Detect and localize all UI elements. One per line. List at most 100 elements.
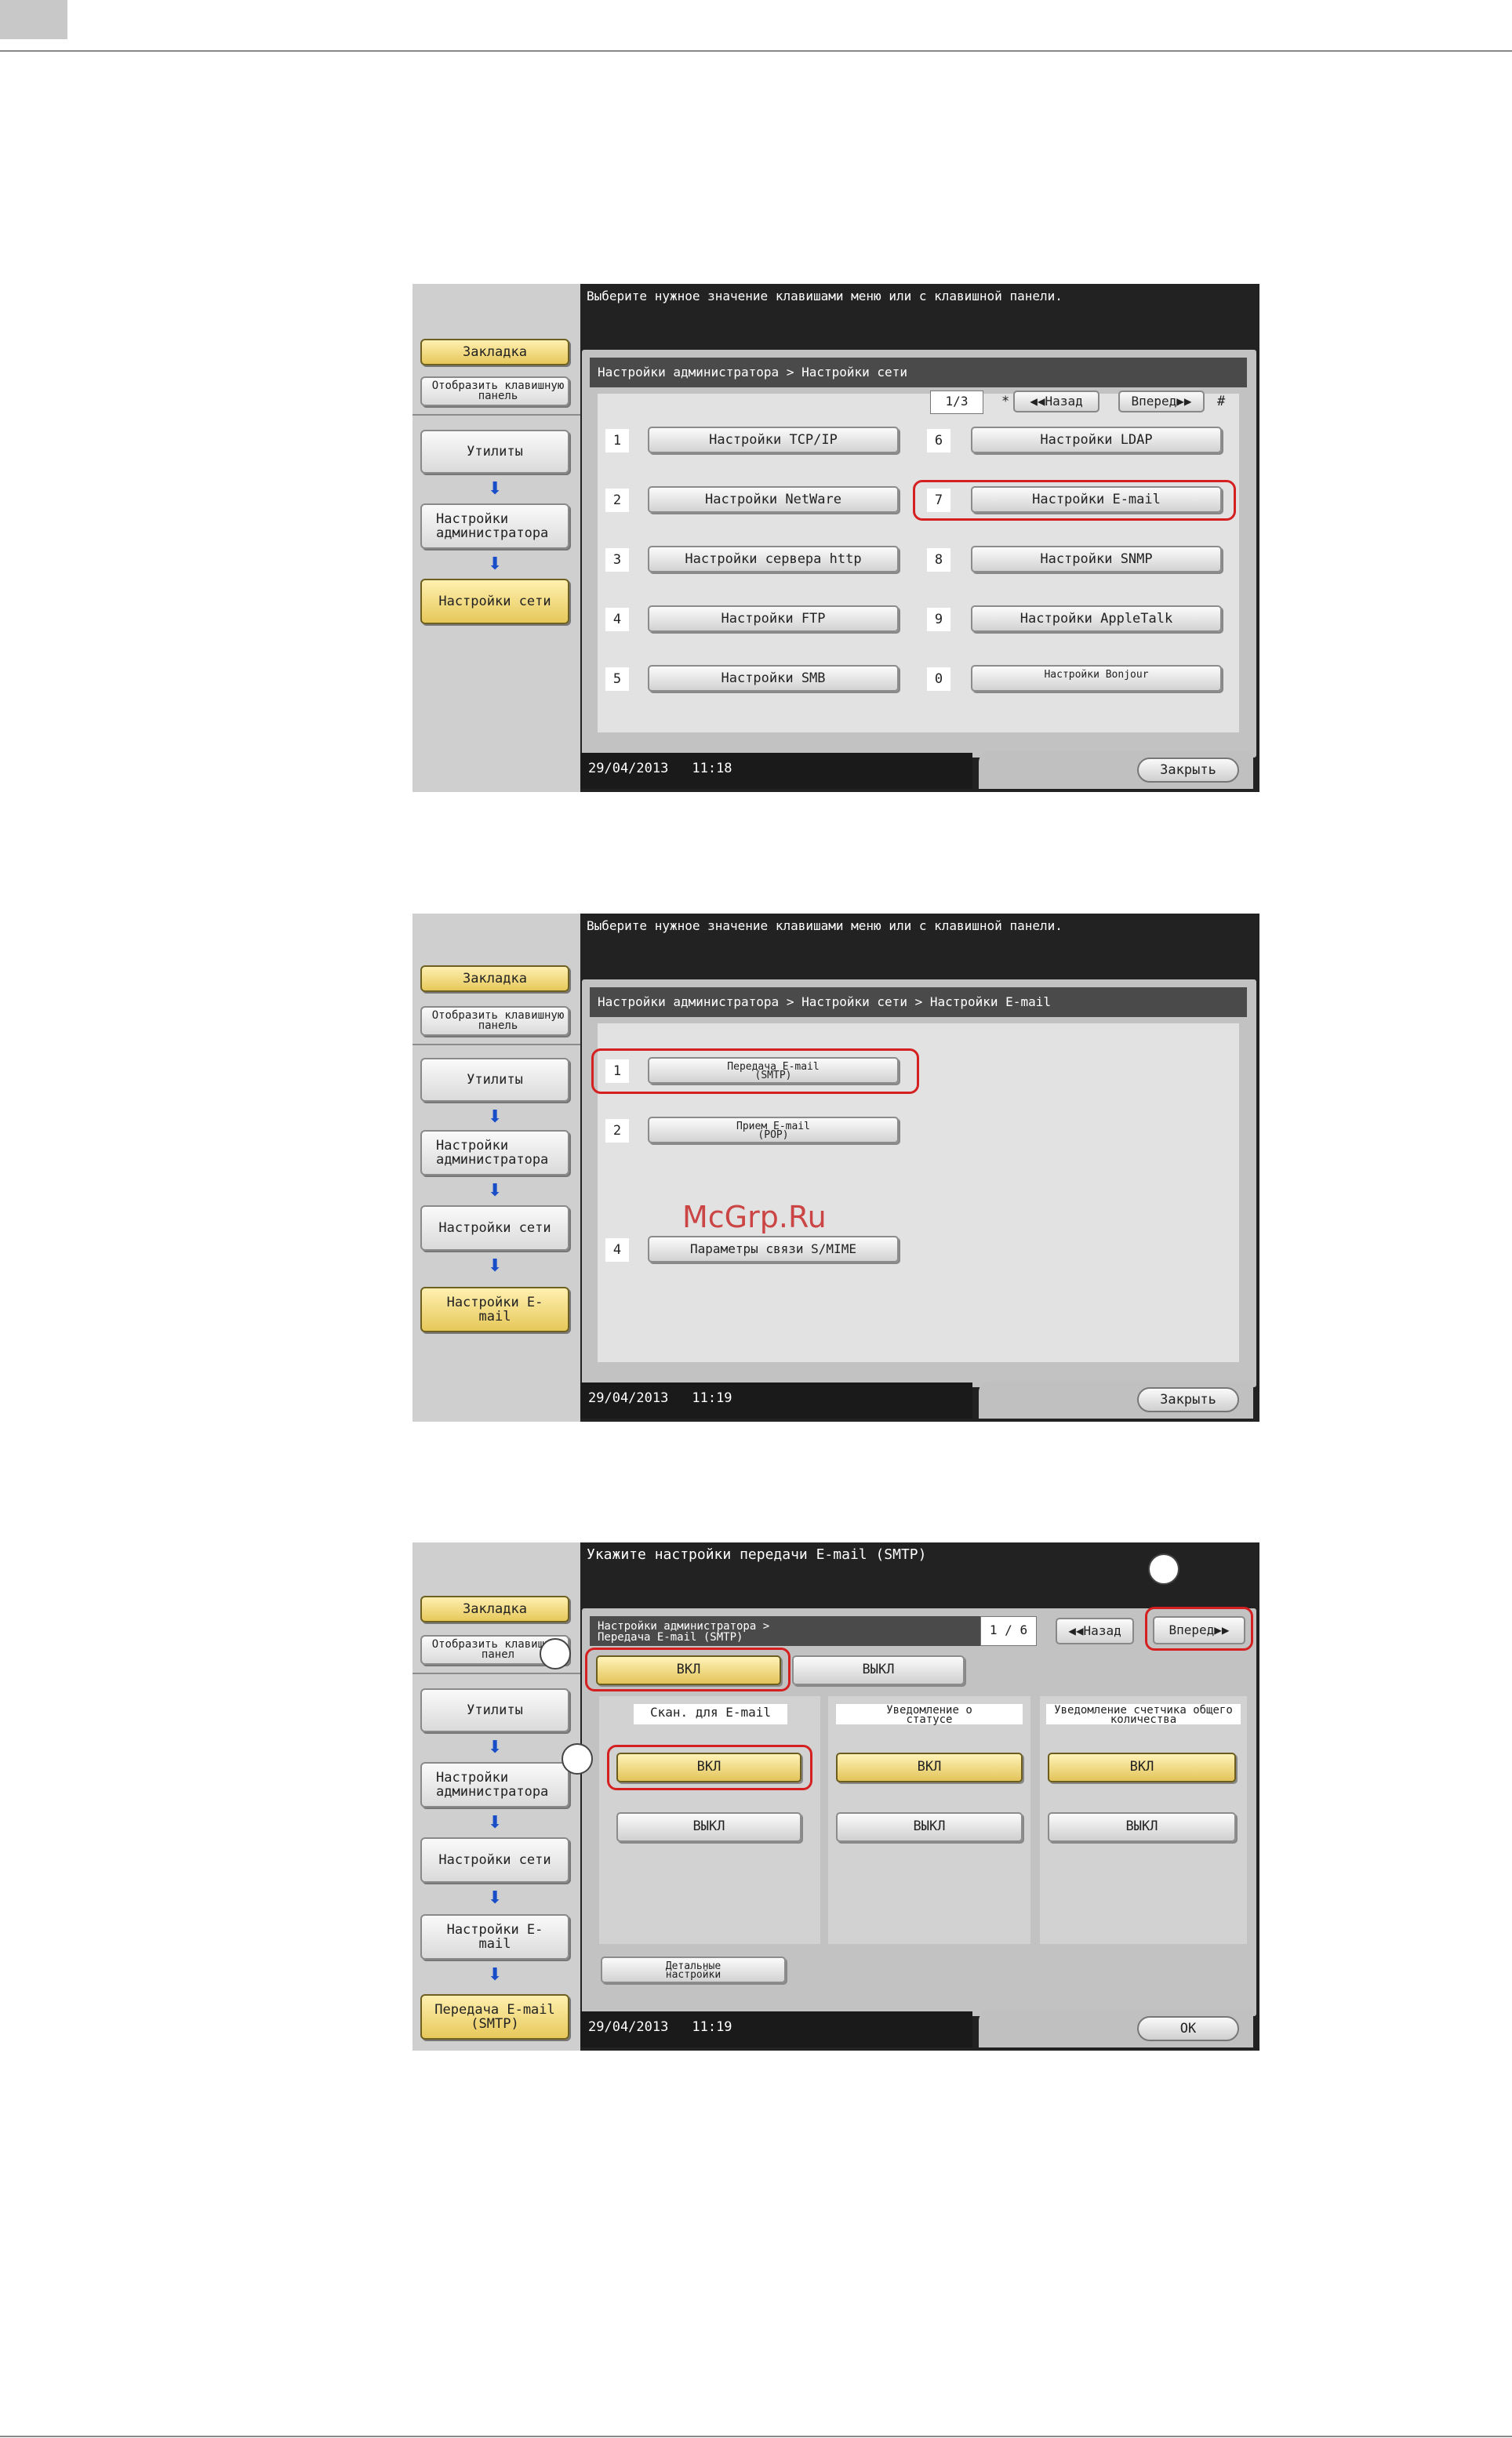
nav-email-settings-button[interactable]: Настройки E-mail (420, 1914, 569, 1960)
left-panel-divider (413, 1044, 580, 1045)
menu-item-tcpip[interactable]: Настройки TCP/IP (648, 427, 899, 453)
prev-page-label: Назад (1045, 394, 1083, 409)
left-panel-divider (413, 414, 580, 416)
left-panel: Закладка Отобразить клавишную панель Ути… (413, 914, 580, 1422)
prev-arrow-icon: ◀◀ (1068, 1623, 1084, 1638)
item-number: 3 (605, 548, 629, 572)
item-number: 8 (927, 548, 950, 572)
bookmark-button[interactable]: Закладка (420, 1596, 569, 1622)
breadcrumb-line-2: Передача E-mail (SMTP) (598, 1631, 743, 1644)
menu-item-appletalk[interactable]: Настройки AppleTalk (971, 605, 1222, 632)
status-time: 11:18 (692, 761, 732, 776)
nav-admin-settings-button[interactable]: Настройки администратора (420, 503, 569, 549)
instruction-message: Выберите нужное значение клавишами меню … (587, 289, 1063, 303)
page-indicator: 1/3 (930, 391, 983, 414)
breadcrumb: Настройки администратора > Настройки сет… (590, 358, 1247, 387)
close-area: Закрыть (979, 751, 1253, 789)
menu-item-email-tx-smtp[interactable]: Передача E-mail (SMTP) (648, 1057, 899, 1084)
menu-item-http-server[interactable]: Настройки сервера http (648, 546, 899, 572)
next-page-button[interactable]: Вперед▶▶ (1153, 1616, 1245, 1644)
scan-to-email-title: Скан. для E-mail (634, 1704, 787, 1724)
nav-utilities-button[interactable]: Утилиты (420, 1688, 569, 1732)
counter-notification-title: Уведомление счетчика общего количества (1046, 1704, 1241, 1725)
close-area: Закрыть (979, 1381, 1253, 1419)
main-on-button[interactable]: ВКЛ (596, 1655, 781, 1685)
breadcrumb: Настройки администратора > Передача E-ma… (590, 1616, 982, 1646)
prev-key-hint: * (1001, 394, 1010, 409)
scan-to-email-off-button[interactable]: ВЫКЛ (616, 1812, 801, 1842)
screen-email-settings: Закладка Отобразить клавишную панель Ути… (413, 914, 1259, 1422)
menu-item-email-rx-pop[interactable]: Прием E-mail (POP) (648, 1117, 899, 1143)
nav-email-settings-button[interactable]: Настройки E-mail (420, 1287, 569, 1332)
nav-email-tx-smtp-button[interactable]: Передача E-mail (SMTP) (420, 1994, 569, 2040)
next-arrow-icon: ▶▶ (1214, 1622, 1230, 1637)
counter-notification-off-button[interactable]: ВЫКЛ (1048, 1812, 1236, 1842)
next-page-label: Вперед (1131, 394, 1177, 409)
item-number: 6 (927, 429, 950, 452)
nav-network-settings-button[interactable]: Настройки сети (420, 579, 569, 624)
counter-notification-on-button[interactable]: ВКЛ (1048, 1753, 1236, 1782)
down-arrow-icon: ⬇ (488, 1813, 503, 1833)
status-date: 29/04/2013 (588, 2019, 669, 2035)
item-number: 4 (605, 608, 629, 631)
down-arrow-icon: ⬇ (488, 1888, 503, 1908)
left-panel-divider (413, 1673, 580, 1674)
prev-page-label: Назад (1083, 1623, 1121, 1638)
menu-item-email-settings[interactable]: Настройки E-mail (971, 486, 1222, 513)
nav-admin-settings-button[interactable]: Настройки администратора (420, 1130, 569, 1175)
left-panel: Закладка Отобразить клавишную панель Ути… (413, 284, 580, 792)
left-panel: Закладка Отобразить клавишную панел Утил… (413, 1542, 580, 2051)
item-number: 2 (605, 1119, 629, 1143)
status-bar: 29/04/2013 11:19 (580, 2011, 972, 2047)
status-notification-off-button[interactable]: ВЫКЛ (836, 1812, 1023, 1842)
scan-to-email-on-button[interactable]: ВКЛ (616, 1753, 801, 1782)
status-notification-on-button[interactable]: ВКЛ (836, 1753, 1023, 1782)
ok-button[interactable]: OK (1137, 2016, 1239, 2041)
detail-settings-button[interactable]: Детальные настройки (601, 1957, 786, 1983)
watermark: McGrp.Ru (682, 1200, 827, 1234)
status-bar: 29/04/2013 11:18 (580, 753, 972, 789)
status-date: 29/04/2013 (588, 761, 669, 776)
item-number: 0 (927, 667, 950, 691)
down-arrow-icon: ⬇ (488, 1181, 503, 1201)
show-keypad-button[interactable]: Отобразить клавишную панель (420, 1006, 569, 1036)
main-off-button[interactable]: ВЫКЛ (792, 1655, 965, 1685)
close-button[interactable]: Закрыть (1137, 758, 1239, 783)
show-keypad-button[interactable]: Отобразить клавишную панель (420, 376, 569, 406)
status-date: 29/04/2013 (588, 1390, 669, 1406)
menu-item-ftp[interactable]: Настройки FTP (648, 605, 899, 632)
menu-item-ldap[interactable]: Настройки LDAP (971, 427, 1222, 453)
down-arrow-icon: ⬇ (488, 1965, 503, 1985)
status-time: 11:19 (692, 2019, 732, 2035)
item-number: 7 (927, 489, 950, 512)
nav-network-settings-button[interactable]: Настройки сети (420, 1837, 569, 1883)
step-marker (540, 1638, 571, 1670)
bookmark-button[interactable]: Закладка (420, 339, 569, 365)
instruction-message: Выберите нужное значение клавишами меню … (587, 918, 1063, 933)
menu-item-snmp[interactable]: Настройки SNMP (971, 546, 1222, 572)
next-key-hint: # (1217, 394, 1226, 409)
screen-smtp-settings: Закладка Отобразить клавишную панел Утил… (413, 1542, 1259, 2051)
down-arrow-icon: ⬇ (488, 1738, 503, 1757)
nav-utilities-button[interactable]: Утилиты (420, 1058, 569, 1102)
next-page-button[interactable]: Вперед▶▶ (1118, 391, 1205, 412)
nav-network-settings-button[interactable]: Настройки сети (420, 1205, 569, 1251)
nav-admin-settings-button[interactable]: Настройки администратора (420, 1762, 569, 1808)
menu-item-smb[interactable]: Настройки SMB (648, 665, 899, 692)
prev-page-button[interactable]: ◀◀Назад (1013, 391, 1099, 412)
bookmark-button[interactable]: Закладка (420, 965, 569, 992)
down-arrow-icon: ⬇ (488, 479, 503, 499)
menu-item-netware[interactable]: Настройки NetWare (648, 486, 899, 513)
item-number: 2 (605, 489, 629, 512)
page-top-rule (0, 50, 1512, 52)
item-number: 4 (605, 1238, 629, 1262)
ok-area: OK (979, 2010, 1253, 2047)
down-arrow-icon: ⬇ (488, 1107, 503, 1127)
nav-utilities-button[interactable]: Утилиты (420, 430, 569, 474)
close-button[interactable]: Закрыть (1137, 1387, 1239, 1412)
page-bottom-rule (0, 2436, 1512, 2437)
menu-item-smime[interactable]: Параметры связи S/MIME (648, 1236, 899, 1263)
menu-item-bonjour[interactable]: Настройки Bonjour (971, 665, 1222, 692)
prev-page-button[interactable]: ◀◀Назад (1056, 1618, 1134, 1644)
down-arrow-icon: ⬇ (488, 1256, 503, 1276)
